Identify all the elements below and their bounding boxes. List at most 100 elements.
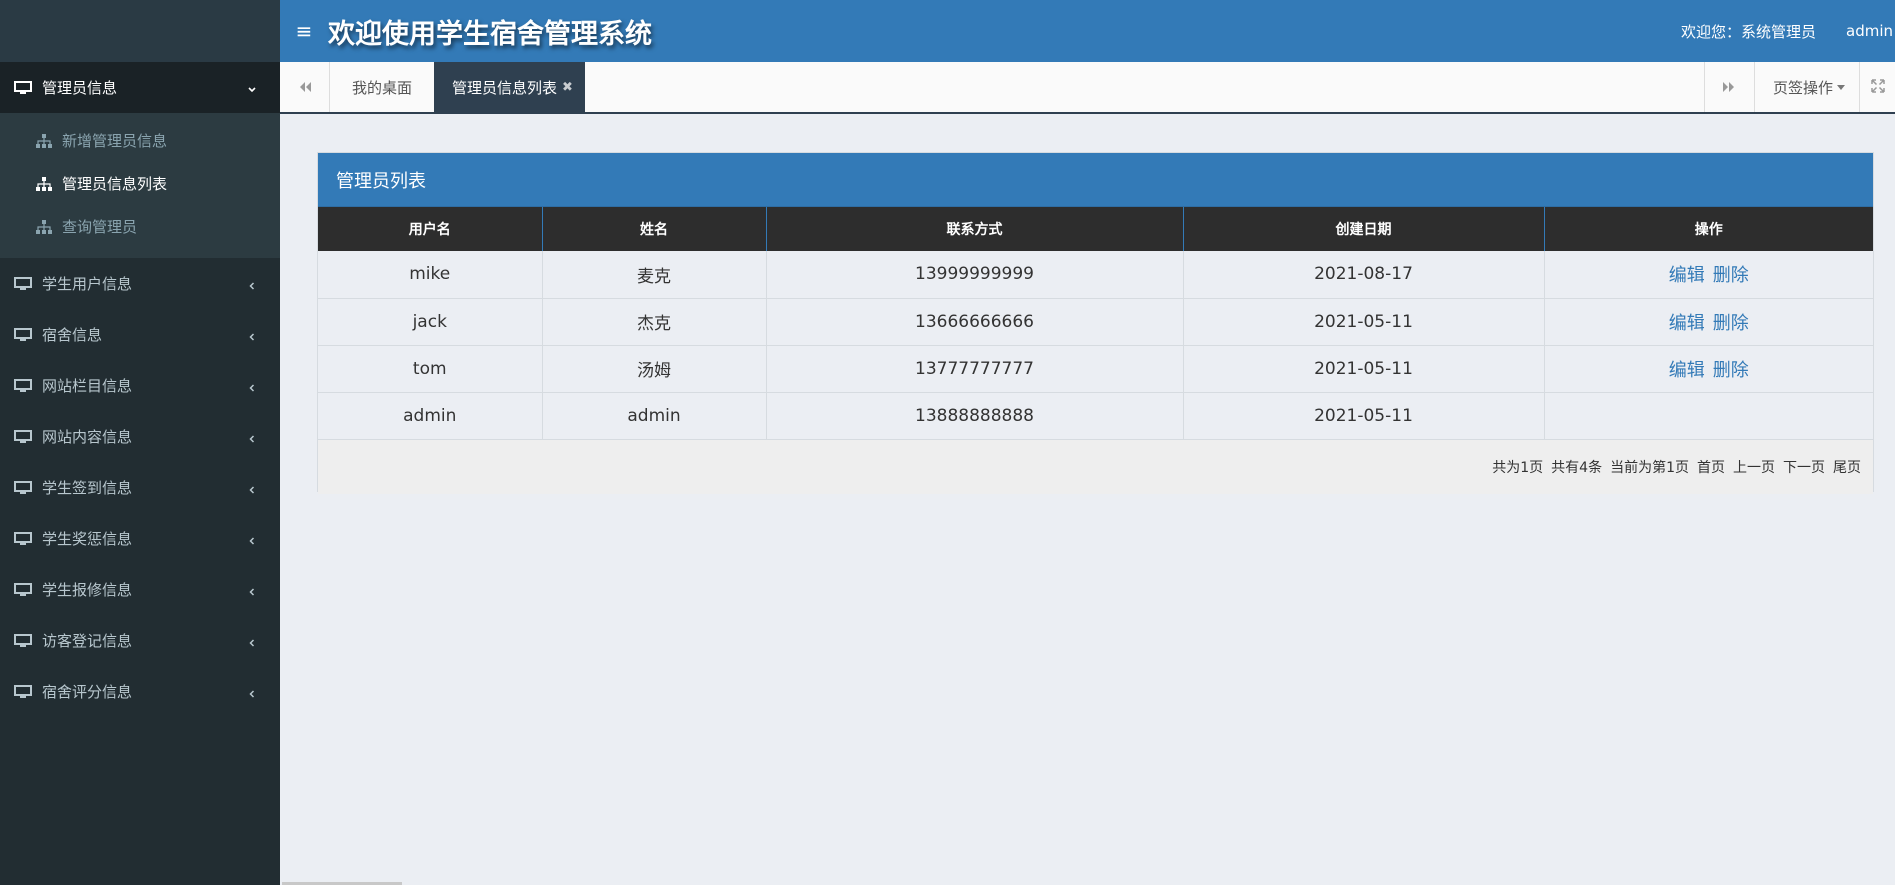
menu-student-signin[interactable]: 学生签到信息 bbox=[0, 462, 280, 513]
chevron-left-icon bbox=[246, 431, 258, 443]
cell-actions: 编辑 删除 bbox=[1544, 345, 1873, 393]
chevron-down-icon bbox=[246, 82, 258, 94]
menu-label: 管理员信息 bbox=[42, 79, 118, 97]
pager-last-link[interactable]: 尾页 bbox=[1833, 457, 1861, 477]
menu-label: 宿舍评分信息 bbox=[42, 683, 133, 701]
cell-actions: 编辑 删除 bbox=[1544, 298, 1873, 346]
tabbar-right-controls: 页签操作 bbox=[1703, 62, 1895, 112]
cell-username: tom bbox=[318, 345, 543, 393]
tab-operations-dropdown[interactable]: 页签操作 bbox=[1753, 62, 1859, 112]
cell-phone: 13777777777 bbox=[766, 345, 1184, 393]
menu-admin-info[interactable]: 管理员信息 bbox=[0, 62, 280, 113]
cell-username: jack bbox=[318, 298, 543, 346]
double-chevron-right-icon bbox=[1722, 78, 1736, 97]
menu-visitor-registration[interactable]: 访客登记信息 bbox=[0, 615, 280, 666]
table-header-row: 用户名 姓名 联系方式 创建日期 操作 bbox=[318, 207, 1873, 251]
monitor-icon bbox=[14, 327, 32, 342]
app-title: 欢迎使用学生宿舍管理系统 bbox=[328, 18, 652, 50]
sidebar-item-label: 新增管理员信息 bbox=[62, 132, 168, 150]
submenu-admin: 新增管理员信息 管理员信息列表 查询管理员 bbox=[0, 113, 280, 258]
cell-name: 杰克 bbox=[542, 298, 767, 346]
tab-scroll-left-button[interactable] bbox=[280, 62, 330, 112]
sidebar-item-admin-list[interactable]: 管理员信息列表 bbox=[0, 162, 280, 205]
menu-dorm-info[interactable]: 宿舍信息 bbox=[0, 309, 280, 360]
header-user-area: 欢迎您：系统管理员 admin bbox=[1681, 0, 1895, 62]
menu-student-repairs[interactable]: 学生报修信息 bbox=[0, 564, 280, 615]
column-header: 操作 bbox=[1544, 207, 1873, 251]
cell-date: 2021-05-11 bbox=[1183, 345, 1545, 393]
monitor-icon bbox=[14, 276, 32, 291]
menu-label: 网站内容信息 bbox=[42, 428, 133, 446]
table-row: admin admin 13888888888 2021-05-11 bbox=[318, 392, 1873, 440]
cell-phone: 13999999999 bbox=[766, 251, 1184, 299]
sidebar-item-add-admin[interactable]: 新增管理员信息 bbox=[0, 119, 280, 162]
edit-link[interactable]: 编辑 bbox=[1669, 360, 1705, 381]
monitor-icon bbox=[14, 429, 32, 444]
chevron-left-icon bbox=[246, 635, 258, 647]
sitemap-icon bbox=[36, 133, 52, 148]
tab-admin-list[interactable]: 管理员信息列表 ✖ bbox=[434, 62, 585, 112]
pager-total-pages: 共为1页 bbox=[1492, 459, 1544, 476]
menu-label: 网站栏目信息 bbox=[42, 377, 133, 395]
top-header: ≡ 欢迎使用学生宿舍管理系统 欢迎您：系统管理员 admin bbox=[280, 0, 1895, 62]
sidebar-logo-area bbox=[0, 0, 280, 62]
delete-link[interactable]: 删除 bbox=[1713, 313, 1749, 334]
tab-label: 我的桌面 bbox=[352, 78, 413, 97]
edit-link[interactable]: 编辑 bbox=[1669, 313, 1705, 334]
monitor-icon bbox=[14, 80, 32, 95]
pager-prev-link[interactable]: 上一页 bbox=[1733, 457, 1775, 477]
cell-name: 汤姆 bbox=[542, 345, 767, 393]
sidebar-item-label: 管理员信息列表 bbox=[62, 175, 168, 193]
sidebar-item-query-admin[interactable]: 查询管理员 bbox=[0, 205, 280, 248]
cell-date: 2021-08-17 bbox=[1183, 251, 1545, 299]
cell-name: admin bbox=[542, 392, 767, 440]
menu-label: 学生报修信息 bbox=[42, 581, 133, 599]
welcome-text: 欢迎您：系统管理员 bbox=[1680, 22, 1816, 41]
delete-link[interactable]: 删除 bbox=[1713, 360, 1749, 381]
close-icon[interactable]: ✖ bbox=[562, 80, 573, 95]
menu-dorm-rating[interactable]: 宿舍评分信息 bbox=[0, 666, 280, 717]
menu-student-users[interactable]: 学生用户信息 bbox=[0, 258, 280, 309]
cell-name: 麦克 bbox=[542, 251, 767, 299]
hamburger-menu-icon[interactable]: ≡ bbox=[280, 19, 328, 43]
monitor-icon bbox=[14, 582, 32, 597]
delete-link[interactable]: 删除 bbox=[1713, 265, 1749, 286]
expand-icon bbox=[1870, 78, 1885, 97]
cell-date: 2021-05-11 bbox=[1183, 298, 1545, 346]
admin-list-panel: 管理员列表 用户名 姓名 联系方式 创建日期 操作 mike 麦克 139999… bbox=[317, 152, 1874, 494]
tab-my-desktop[interactable]: 我的桌面 bbox=[330, 62, 434, 112]
chevron-left-icon bbox=[246, 533, 258, 545]
chevron-left-icon bbox=[246, 584, 258, 596]
cell-actions: 编辑 删除 bbox=[1544, 251, 1873, 299]
menu-site-columns[interactable]: 网站栏目信息 bbox=[0, 360, 280, 411]
double-chevron-left-icon bbox=[298, 78, 312, 97]
panel-title: 管理员列表 bbox=[318, 153, 1873, 207]
table-row: jack 杰克 13666666666 2021-05-11 编辑 删除 bbox=[318, 298, 1873, 346]
table-row: mike 麦克 13999999999 2021-08-17 编辑 删除 bbox=[318, 251, 1873, 299]
table-row: tom 汤姆 13777777777 2021-05-11 编辑 删除 bbox=[318, 345, 1873, 393]
menu-site-content[interactable]: 网站内容信息 bbox=[0, 411, 280, 462]
caret-down-icon bbox=[1837, 84, 1845, 90]
cell-username: admin bbox=[318, 392, 543, 440]
chevron-left-icon bbox=[246, 482, 258, 494]
menu-student-rewards[interactable]: 学生奖惩信息 bbox=[0, 513, 280, 564]
column-header: 创建日期 bbox=[1183, 207, 1545, 251]
pager-next-link[interactable]: 下一页 bbox=[1783, 457, 1825, 477]
pager-first-link[interactable]: 首页 bbox=[1697, 457, 1725, 477]
menu-label: 学生签到信息 bbox=[42, 479, 133, 497]
fullscreen-button[interactable] bbox=[1859, 62, 1895, 112]
menu-label: 访客登记信息 bbox=[42, 632, 133, 650]
menu-group-admin: 管理员信息 新增管理员信息 管理员信息列表 查询管理员 bbox=[0, 62, 280, 258]
cell-phone: 13888888888 bbox=[766, 392, 1184, 440]
menu-label: 学生用户信息 bbox=[42, 275, 133, 293]
monitor-icon bbox=[14, 480, 32, 495]
sidebar: 管理员信息 新增管理员信息 管理员信息列表 查询管理员 学生用户信息 宿舍信息 bbox=[0, 0, 280, 885]
admin-table: 用户名 姓名 联系方式 创建日期 操作 mike 麦克 13999999999 … bbox=[318, 207, 1873, 440]
username-link[interactable]: admin bbox=[1846, 22, 1893, 40]
chevron-left-icon bbox=[246, 329, 258, 341]
pager-total-records: 共有4条 bbox=[1551, 459, 1603, 476]
tab-scroll-right-button[interactable] bbox=[1703, 62, 1754, 112]
menu-label: 学生奖惩信息 bbox=[42, 530, 133, 548]
edit-link[interactable]: 编辑 bbox=[1669, 265, 1705, 286]
cell-actions bbox=[1544, 392, 1873, 440]
